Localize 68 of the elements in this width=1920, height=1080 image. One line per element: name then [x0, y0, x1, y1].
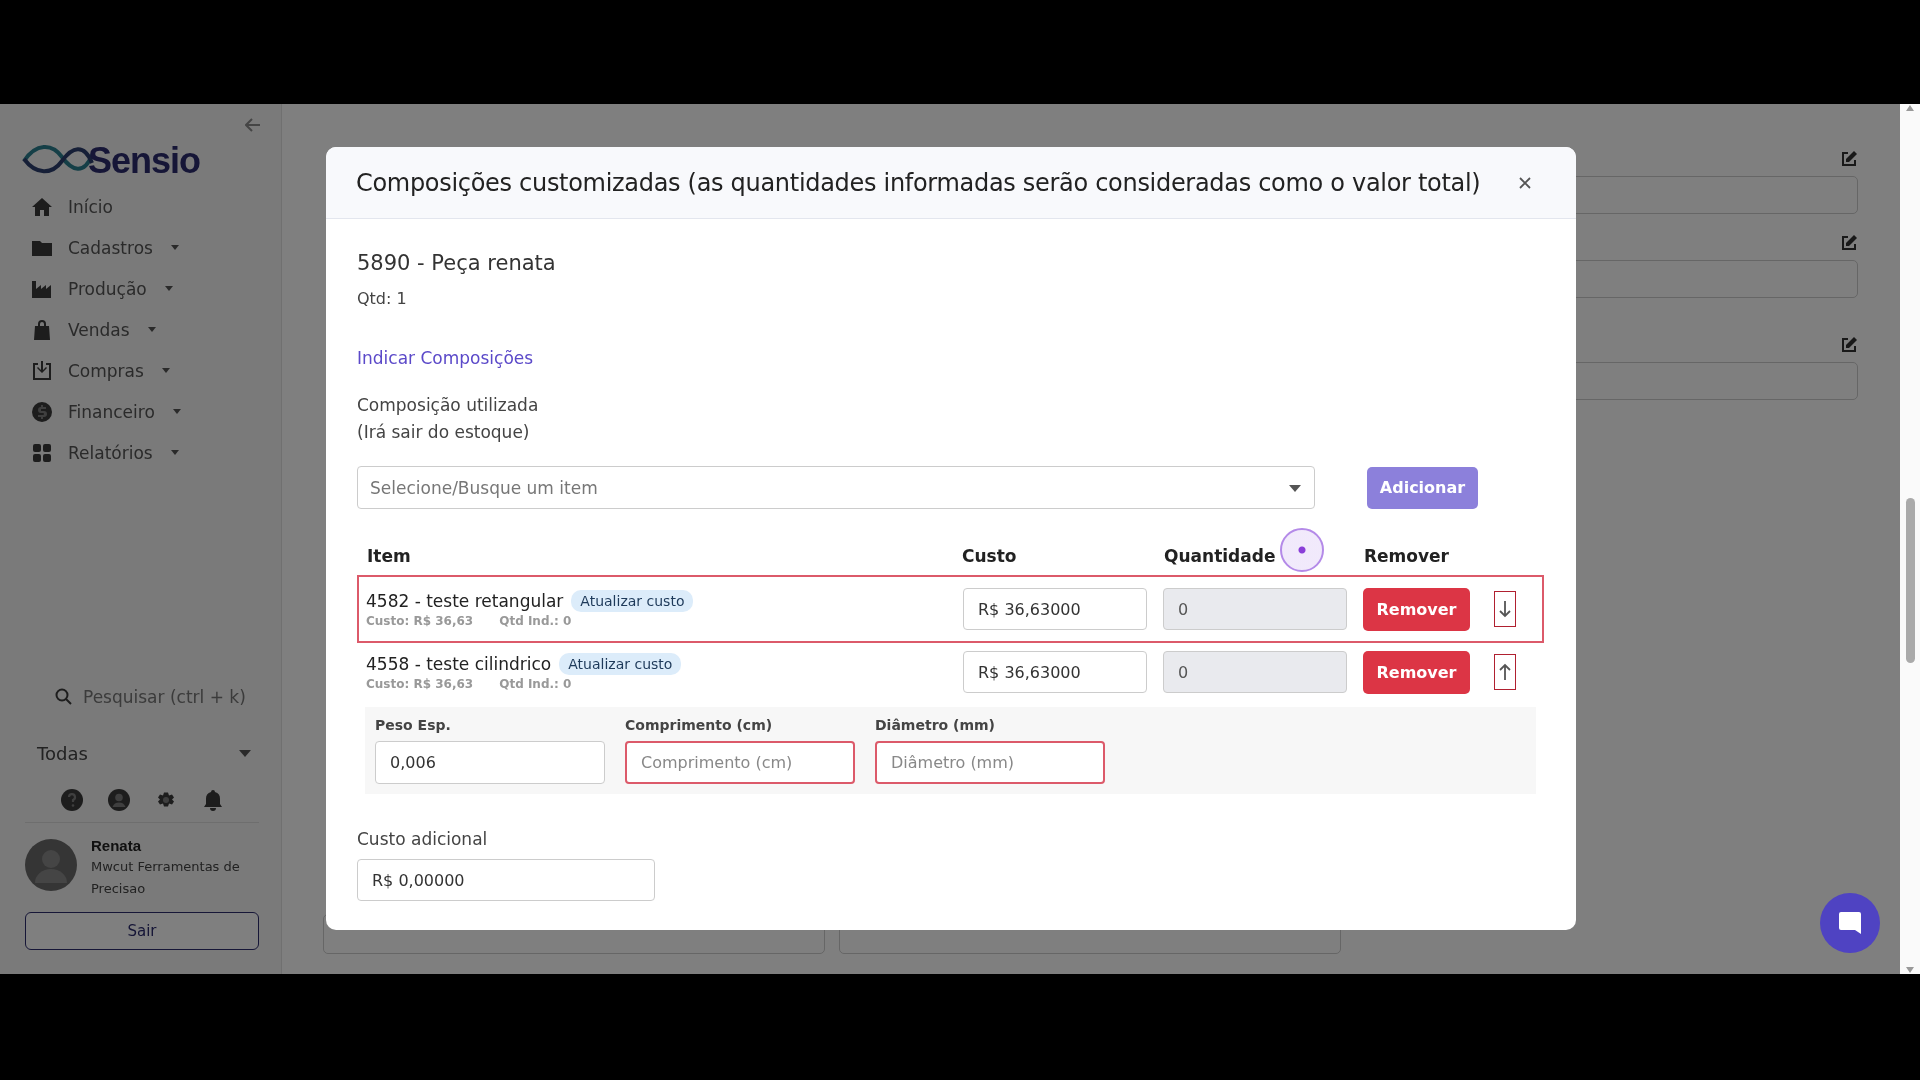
search-field[interactable]: Pesquisar (ctrl + k) — [55, 683, 259, 711]
chat-button[interactable] — [1820, 893, 1880, 953]
chat-bubble-icon — [1836, 909, 1864, 937]
scroll-up-icon[interactable] — [1905, 104, 1915, 112]
quantity-note: Qtd Ind.: 0 — [499, 614, 572, 628]
nav-item[interactable]: Produção — [30, 274, 173, 303]
field-label: Custo adicional — [357, 828, 488, 851]
modal-title: Composições customizadas (as quantidades informadas serão consideradas como o valor total) — [356, 168, 1481, 197]
search-icon — [55, 688, 73, 706]
nav-item[interactable]: Início — [30, 192, 113, 221]
quantity-field: 0 — [1163, 651, 1347, 693]
quantity-note: Qtd Ind.: 0 — [499, 677, 572, 691]
user-name: Renata — [91, 837, 143, 854]
caret-icon — [239, 750, 251, 757]
field-label: Comprimento (cm) — [625, 717, 774, 733]
close-icon[interactable] — [1518, 175, 1532, 190]
inbox-icon — [30, 358, 54, 383]
scroll-down-icon[interactable] — [1905, 966, 1915, 974]
column-header: Custo — [962, 546, 1018, 566]
cost-note: Custo: R$ 36,63 — [366, 677, 474, 691]
user-icon[interactable] — [106, 788, 131, 812]
update-cost-button[interactable]: Atualizar custo — [559, 653, 682, 675]
remove-button[interactable]: Remover — [1363, 587, 1470, 631]
nav-item[interactable]: Compras — [30, 356, 170, 385]
column-header: Remover — [1364, 546, 1450, 566]
field-label: Diâmetro (mm) — [875, 717, 996, 733]
parameter-field[interactable]: Comprimento (cm) — [625, 741, 855, 784]
company-name: Mwcut Ferramentas de Precisao — [91, 858, 241, 898]
item-name: 4582 - teste retangular — [366, 591, 564, 611]
add-button[interactable]: Adicionar — [1367, 466, 1478, 509]
item-select[interactable]: Selecione/Busque um item — [357, 466, 1315, 509]
arrow-down-icon[interactable] — [1494, 591, 1516, 627]
click-indicator-icon — [1280, 528, 1324, 572]
extra-cost-field[interactable]: R$ 0,00000 — [357, 859, 655, 901]
logout-button[interactable]: Sair — [25, 912, 259, 950]
indicate-link[interactable]: Indicar Composições — [357, 348, 534, 368]
arrow-up-icon[interactable] — [1494, 654, 1516, 690]
field-label: Peso Esp. — [375, 717, 452, 733]
field-label: Composição utilizada — [357, 394, 539, 417]
caret-icon — [1289, 485, 1301, 492]
scrollbar[interactable] — [1900, 104, 1920, 974]
nav-item[interactable]: Vendas — [30, 315, 156, 344]
column-header: Item — [367, 546, 412, 566]
parameter-field[interactable]: Diâmetro (mm) — [875, 741, 1105, 784]
field-note: (Irá sair do estoque) — [357, 421, 530, 444]
quantity-text: Qtd: 1 — [357, 289, 407, 308]
edit-icon[interactable] — [1840, 234, 1858, 252]
parameter-field[interactable]: 0,006 — [375, 741, 605, 784]
cost-field[interactable]: R$ 36,63000 — [963, 651, 1147, 693]
help-icon[interactable] — [59, 788, 84, 812]
edit-icon[interactable] — [1840, 336, 1858, 354]
quantity-field: 0 — [1163, 588, 1347, 630]
scroll-thumb[interactable] — [1905, 498, 1915, 663]
column-header: Quantidade — [1164, 546, 1277, 566]
product-title: 5890 - Peça renata — [357, 251, 556, 275]
filter-dropdown[interactable]: Todas — [37, 739, 251, 768]
logo-text: Sensio — [88, 140, 201, 182]
nav-item[interactable]: Financeiro — [30, 397, 181, 426]
update-cost-button[interactable]: Atualizar custo — [571, 590, 694, 612]
nav-item[interactable]: Cadastros — [30, 233, 179, 262]
nav-item[interactable]: Relatórios — [30, 438, 179, 467]
dollar-icon — [30, 399, 54, 424]
cost-note: Custo: R$ 36,63 — [366, 614, 474, 628]
item-name: 4558 - teste cilindrico — [366, 654, 552, 674]
cost-field[interactable]: R$ 36,63000 — [963, 588, 1147, 630]
filter-value: Todas — [37, 743, 88, 764]
remove-button[interactable]: Remover — [1363, 650, 1470, 694]
edit-icon[interactable] — [1840, 150, 1858, 168]
